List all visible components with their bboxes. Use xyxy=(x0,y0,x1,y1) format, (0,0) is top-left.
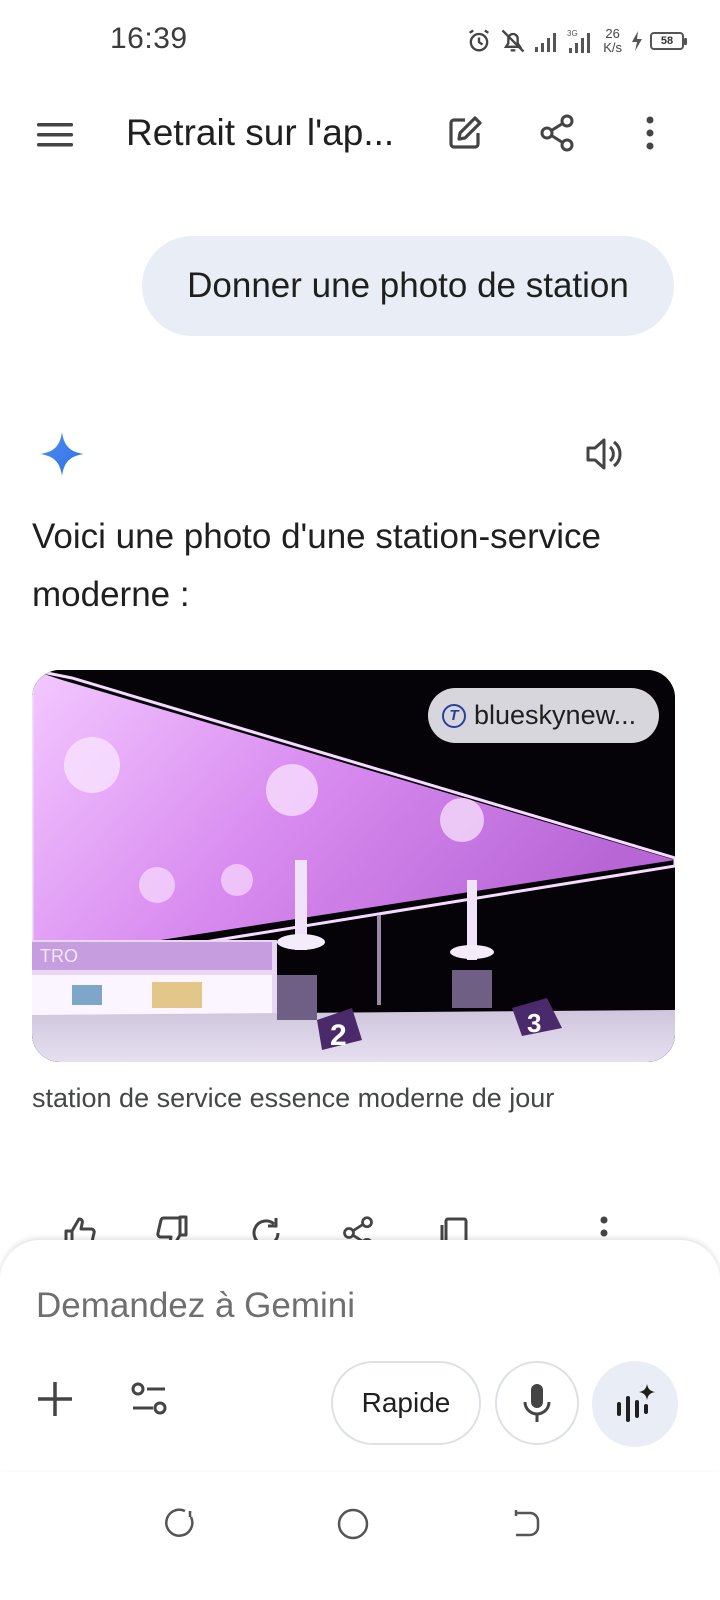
image-source-chip[interactable]: T blueskynew... xyxy=(428,688,659,743)
status-icons: 3G 26 K/s 58 xyxy=(465,24,687,58)
system-navigation-bar xyxy=(0,1480,720,1600)
tools-button[interactable] xyxy=(124,1374,174,1424)
home-button[interactable] xyxy=(333,1504,373,1544)
pump-number-3: 3 xyxy=(527,1008,541,1038)
speaker-icon xyxy=(586,438,622,470)
plus-icon xyxy=(38,1382,72,1416)
mic-icon xyxy=(523,1384,551,1422)
home-icon xyxy=(337,1508,369,1540)
recents-button[interactable] xyxy=(160,1504,200,1544)
alarm-icon xyxy=(465,27,493,55)
more-options-button[interactable] xyxy=(630,108,670,158)
tools-icon xyxy=(131,1382,167,1415)
gemini-live-button[interactable] xyxy=(592,1361,678,1447)
more-vert-icon xyxy=(646,116,654,150)
prompt-composer: Demandez à Gemini Rapide xyxy=(0,1240,720,1470)
source-label: blueskynew... xyxy=(474,700,637,730)
back-button[interactable] xyxy=(505,1504,545,1544)
share-button[interactable] xyxy=(532,108,582,158)
edit-icon xyxy=(449,116,482,149)
pump-number-2: 2 xyxy=(330,1019,347,1052)
add-attachment-button[interactable] xyxy=(30,1374,80,1424)
signal-icon xyxy=(533,29,561,53)
user-message-bubble: Donner une photo de station xyxy=(142,236,674,336)
charging-icon xyxy=(630,30,644,52)
net-speed-unit: K/s xyxy=(603,40,622,55)
status-bar: 16:39 3G 26 K/s 58 xyxy=(0,0,720,80)
recents-icon xyxy=(165,1508,194,1537)
top-app-bar: Retrait sur l'ap... xyxy=(0,90,720,180)
prompt-input[interactable]: Demandez à Gemini xyxy=(36,1286,355,1326)
read-aloud-button[interactable] xyxy=(580,430,628,478)
net-speed: 26 K/s xyxy=(603,27,622,55)
response-actions xyxy=(0,1205,720,1251)
share-icon xyxy=(540,114,574,152)
conversation-title[interactable]: Retrait sur l'ap... xyxy=(126,112,394,154)
back-icon xyxy=(514,1510,540,1537)
menu-icon xyxy=(37,123,73,147)
image-caption: station de service essence moderne de jo… xyxy=(32,1083,555,1113)
menu-button[interactable] xyxy=(30,110,80,160)
station-sign-text: TRO xyxy=(40,946,78,966)
bell-off-icon xyxy=(499,27,527,55)
new-chat-button[interactable] xyxy=(440,108,490,158)
svg-text:3G: 3G xyxy=(567,29,578,38)
model-select-button[interactable]: Rapide xyxy=(331,1361,481,1445)
source-logo-icon: T xyxy=(442,703,466,728)
status-time: 16:39 xyxy=(110,22,188,55)
battery-icon: 58 xyxy=(650,32,687,50)
net-speed-value: 26 xyxy=(605,26,620,41)
signal-3g-icon: 3G xyxy=(567,28,595,54)
live-icon xyxy=(617,1384,655,1422)
response-text: Voici une photo d'une station-service mo… xyxy=(32,517,601,614)
microphone-button[interactable] xyxy=(495,1361,579,1445)
gemini-spark-icon xyxy=(38,430,86,478)
